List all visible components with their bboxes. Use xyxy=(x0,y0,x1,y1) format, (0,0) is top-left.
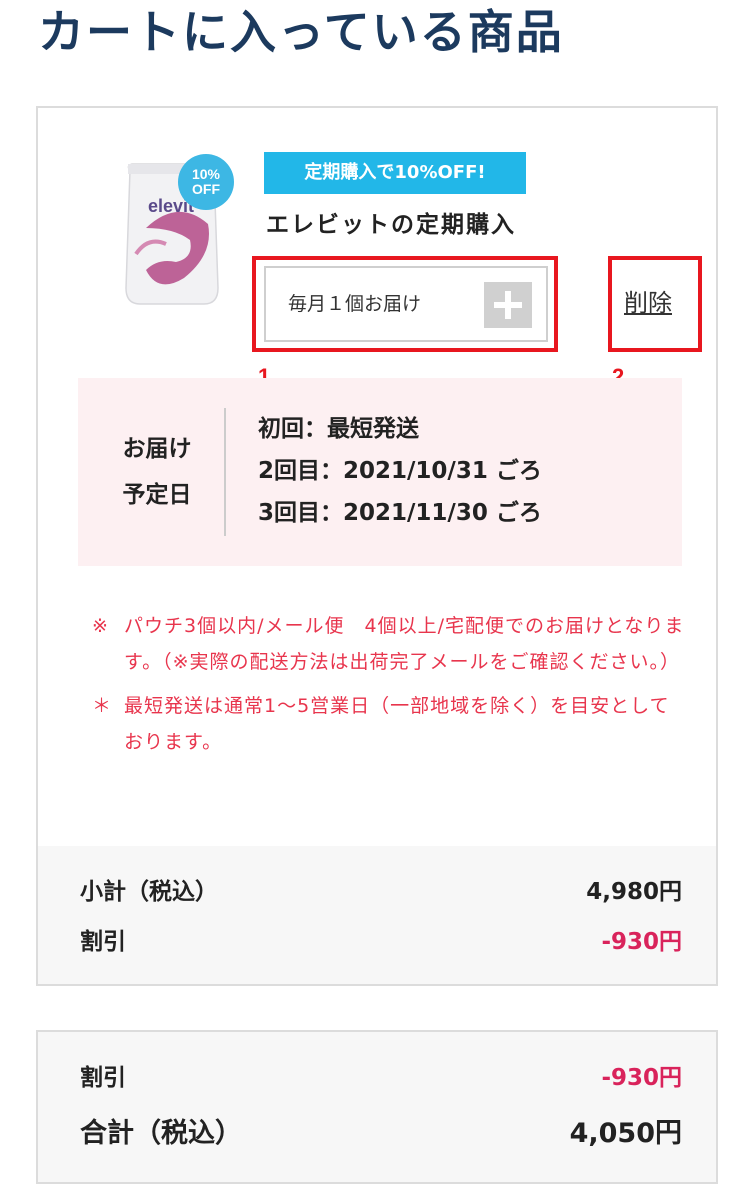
note-text: パウチ3個以内/メール便 4個以上/宅配便でのお届けとなります。（※実際の配送方… xyxy=(124,615,685,673)
discount-badge-bottom: OFF xyxy=(192,181,220,197)
subtotal-value: 4,980円 xyxy=(586,879,682,905)
total-discount-row: 割引 -930円 xyxy=(80,1058,682,1098)
schedule-dates: 初回：最短発送 2回目：2021/10/31 ごろ 3回目：2021/11/30… xyxy=(258,408,542,534)
total-discount-label: 割引 xyxy=(80,1065,126,1091)
note-shipping-time: ＊ 最短発送は通常1〜5営業日（一部地域を除く）を目安としております。 xyxy=(88,688,688,760)
delivery-option-label: 毎月１個お届け xyxy=(288,293,422,315)
note-mark: ※ xyxy=(92,615,109,637)
page-title: カートに入っている商品 xyxy=(38,5,564,59)
item-discount-label: 割引 xyxy=(80,929,126,955)
product-name: エレビットの定期購入 xyxy=(266,212,516,238)
schedule-label-line2: 予定日 xyxy=(122,482,192,508)
order-total-card: 割引 -930円 合計（税込） 4,050円 xyxy=(36,1030,718,1184)
schedule-line-first: 初回：最短発送 xyxy=(258,416,419,442)
total-discount-value: -930円 xyxy=(601,1065,682,1091)
subtotal-row: 小計（税込） 4,980円 xyxy=(80,872,682,912)
schedule-line-second: 2回目：2021/10/31 ごろ xyxy=(258,458,542,484)
note-shipping-method: ※ パウチ3個以内/メール便 4個以上/宅配便でのお届けとなります。（※実際の配… xyxy=(88,608,688,680)
shipping-notes: ※ パウチ3個以内/メール便 4個以上/宅配便でのお届けとなります。（※実際の配… xyxy=(88,608,688,768)
grand-total-label: 合計（税込） xyxy=(80,1118,242,1149)
schedule-line-third: 3回目：2021/11/30 ごろ xyxy=(258,500,542,526)
discount-badge-icon: 10% OFF xyxy=(178,154,234,210)
subtotal-label: 小計（税込） xyxy=(80,879,218,905)
schedule-label: お届け 予定日 xyxy=(112,426,202,518)
grand-total-row: 合計（税込） 4,050円 xyxy=(80,1112,682,1156)
delivery-schedule: お届け 予定日 初回：最短発送 2回目：2021/10/31 ごろ 3回目：20… xyxy=(78,378,682,566)
item-discount-row: 割引 -930円 xyxy=(80,922,682,962)
grand-total-value: 4,050円 xyxy=(569,1118,682,1149)
promo-label: 定期購入で10%OFF! xyxy=(264,152,526,194)
cart-item-card: elevit 10% OFF 定期購入で10%OFF! エレビットの定期購入 1… xyxy=(36,106,718,986)
plus-icon[interactable] xyxy=(484,282,532,328)
discount-badge-top: 10% xyxy=(191,166,221,182)
item-summary: 小計（税込） 4,980円 割引 -930円 xyxy=(38,846,716,984)
note-text: 最短発送は通常1〜5営業日（一部地域を除く）を目安としております。 xyxy=(124,695,670,753)
item-discount-value: -930円 xyxy=(601,929,682,955)
delivery-option-selector[interactable]: 毎月１個お届け xyxy=(264,266,548,342)
schedule-label-line1: お届け xyxy=(122,436,192,462)
delete-link[interactable]: 削除 xyxy=(624,286,672,320)
note-mark: ＊ xyxy=(92,695,113,717)
schedule-divider xyxy=(224,408,226,536)
